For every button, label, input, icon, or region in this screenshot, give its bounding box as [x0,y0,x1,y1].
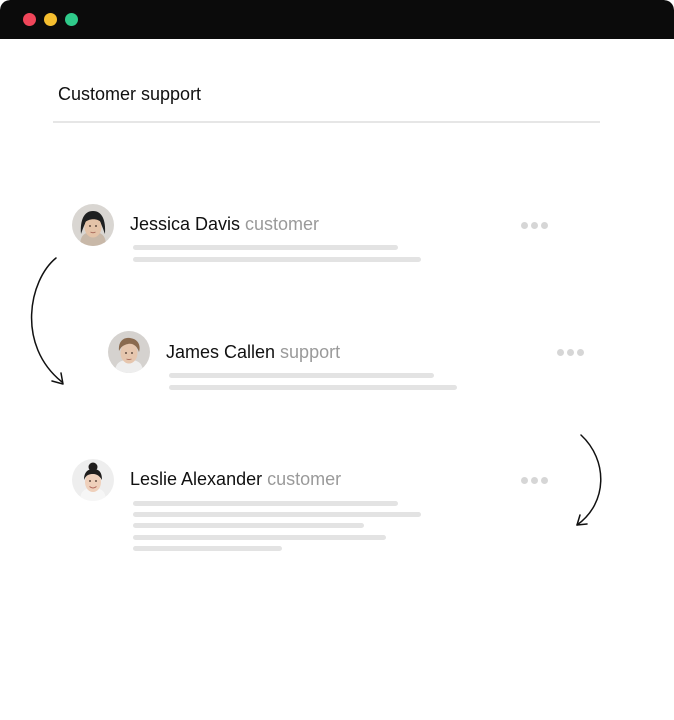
message-placeholder-line [133,512,421,517]
message-placeholder-line [169,373,434,378]
message-author-line: Jessica Davis customer [130,214,319,235]
author-name: James Callen [166,342,276,362]
avatar-jessica-davis [72,204,114,246]
window-titlebar [0,0,674,39]
message-placeholder-line [133,523,364,528]
minimize-window-button[interactable] [44,13,57,26]
avatar-leslie-alexander [72,459,114,501]
author-role: customer [245,214,320,234]
message-author-line: James Callen support [166,342,340,363]
message-placeholder-line [133,535,386,540]
app-window: Customer support Jessica Daviscustomer [0,0,674,720]
maximize-window-button[interactable] [65,13,78,26]
message-author-line: Leslie Alexander customer [130,469,341,490]
page-title: Customer support [58,84,202,104]
curved-arrow-down-icon [576,434,602,526]
more-dots-icon[interactable] [521,475,549,485]
header-divider [53,121,600,123]
curved-arrow-down-icon [30,257,64,385]
avatar-james-callen [108,331,150,373]
author-name: Leslie Alexander [130,469,263,489]
author-name: Jessica Davis [130,214,241,234]
author-role: customer [267,469,342,489]
message-placeholder-line [169,385,457,390]
author-role: support [280,342,341,362]
more-dots-icon[interactable] [557,347,585,357]
message-placeholder-line [133,501,398,506]
close-window-button[interactable] [23,13,36,26]
message-placeholder-line [133,245,398,250]
message-placeholder-line [133,546,282,551]
message-placeholder-line [133,257,421,262]
more-dots-icon[interactable] [521,220,549,230]
